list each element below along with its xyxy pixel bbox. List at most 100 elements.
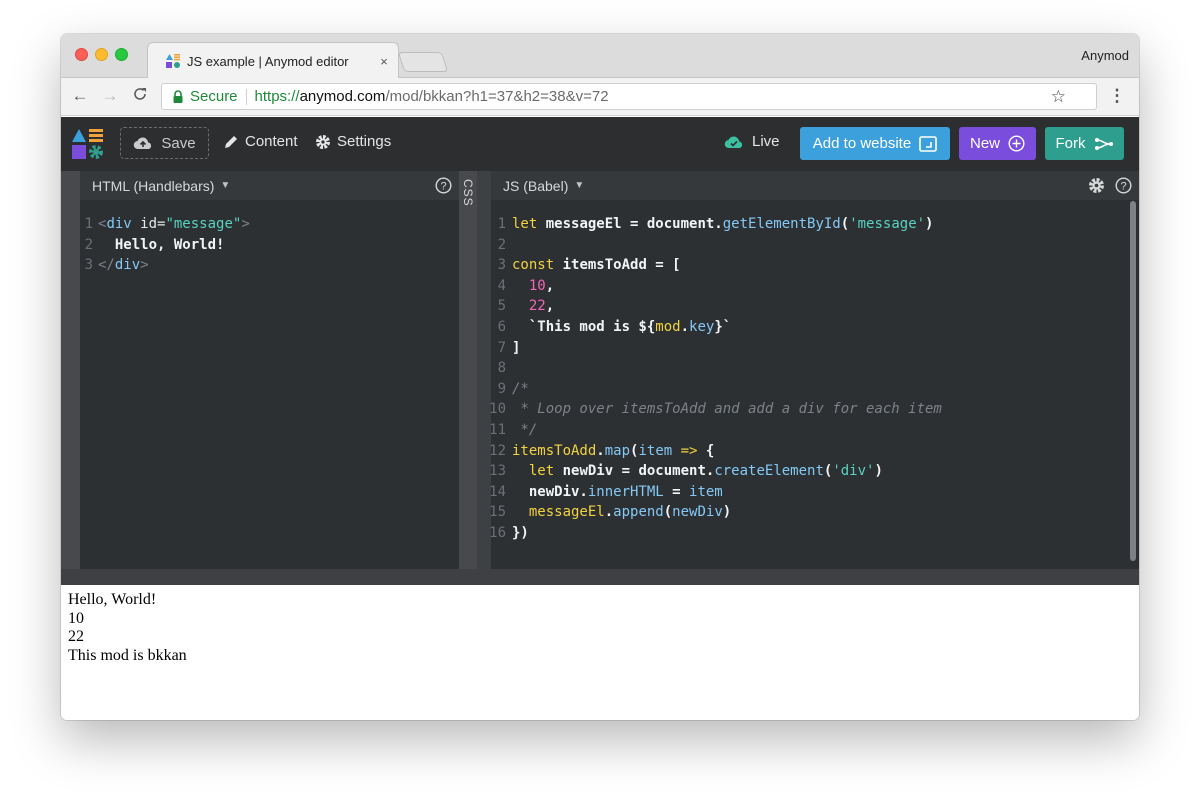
new-button[interactable]: New [959, 127, 1036, 160]
code-token: itemsToAdd [512, 442, 597, 459]
bookmark-star-icon[interactable]: ☆ [1051, 84, 1066, 109]
svg-text:?: ? [1120, 181, 1126, 193]
fork-button[interactable]: Fork [1045, 127, 1124, 160]
preview-divider[interactable] [61, 569, 1139, 585]
line-number: 12 [489, 442, 506, 459]
code-line[interactable]: 3 const itemsToAdd = [ [491, 255, 942, 276]
code-line[interactable]: 1 let messageEl = document.getElementById… [491, 214, 942, 235]
css-tab[interactable]: CSS [459, 171, 477, 569]
code-token: ) [722, 504, 732, 521]
js-editor-pane[interactable]: JS (Babel) ▼ ? 1 let messageEl = document… [489, 171, 1139, 569]
zoom-window-button[interactable] [115, 48, 128, 61]
line-number: 10 [489, 401, 506, 418]
minimize-window-button[interactable] [95, 48, 108, 61]
code-token: createElement [714, 463, 824, 480]
code-token: { [697, 442, 715, 459]
address-separator [245, 88, 247, 105]
line-number: 4 [497, 277, 506, 294]
line-number: 8 [497, 360, 506, 377]
code-token: const [512, 257, 555, 274]
js-code[interactable]: 1 let messageEl = document.getElementById… [489, 214, 942, 544]
browser-window: JS example | Anymod editor × Anymod ← → … [61, 34, 1139, 720]
chevron-down-icon[interactable]: ▼ [574, 180, 584, 191]
profile-name[interactable]: Anymod [1081, 48, 1129, 63]
code-token: getElementById [722, 216, 841, 232]
settings-label: Settings [337, 133, 392, 150]
save-button[interactable]: Save [120, 127, 209, 159]
svg-text:?: ? [440, 181, 446, 193]
js-editor-scrollbar[interactable] [1130, 201, 1136, 561]
code-line[interactable]: 7] [491, 338, 942, 359]
settings-link[interactable]: Settings [315, 133, 391, 150]
back-arrow-icon[interactable]: ← [69, 86, 91, 106]
html-code[interactable]: 1 <div id="message"> 2 Hello, World! 3 </div… [80, 214, 250, 276]
anymod-favicon-icon [166, 54, 180, 68]
code-line[interactable]: 9 /* [491, 379, 942, 400]
browser-tab-content[interactable]: JS example | Anymod editor × [155, 44, 395, 78]
code-token: . [680, 318, 690, 335]
line-number: 3 [84, 257, 93, 274]
code-line[interactable]: 3 </div> [80, 255, 250, 276]
help-icon[interactable]: ? [1115, 177, 1132, 194]
code-token: newDiv. [512, 483, 588, 500]
line-number: 2 [497, 236, 506, 253]
line-number: 1 [497, 216, 506, 232]
preview-line: Hello, World! [68, 591, 157, 608]
code-token: * Loop over itemsToAdd and add a div for… [512, 401, 942, 418]
code-token: }) [512, 524, 529, 541]
close-window-button[interactable] [75, 48, 88, 61]
forward-arrow-icon[interactable]: → [99, 86, 121, 106]
code-line[interactable]: 10 * Loop over itemsToAdd and add a div … [489, 399, 942, 420]
line-number: 14 [489, 483, 506, 500]
help-icon[interactable]: ? [435, 177, 452, 194]
browser-menu-icon[interactable]: ⋮ [1107, 87, 1127, 105]
code-line[interactable]: 2 [491, 235, 942, 256]
tab-close-icon[interactable]: × [373, 54, 395, 69]
lock-icon [173, 89, 183, 103]
code-token: innerHTML [587, 483, 664, 500]
url-host: anymod.com [299, 88, 386, 105]
code-token: item [638, 442, 673, 459]
anymod-logo-icon[interactable] [71, 127, 105, 161]
code-line[interactable]: 4 10, [491, 276, 942, 297]
add-to-website-button[interactable]: Add to website [800, 127, 950, 160]
html-editor-header: HTML (Handlebars) ▼ ? [80, 171, 459, 200]
content-link[interactable]: Content [223, 133, 298, 150]
html-editor-pane[interactable]: HTML (Handlebars) ▼ ? 1 <div id="message"… [80, 171, 459, 569]
secure-label: Secure [190, 88, 238, 105]
code-token: Hello, World! [98, 236, 225, 253]
gear-icon[interactable] [1088, 177, 1105, 194]
code-line[interactable]: 8 [491, 358, 942, 379]
chevron-down-icon[interactable]: ▼ [220, 180, 230, 191]
url-path: /mod/bkkan?h1=37&h2=38&v=72 [385, 88, 609, 105]
code-token: 'div' [832, 463, 875, 480]
code-token: }` [714, 318, 732, 335]
code-line[interactable]: 2 Hello, World! [80, 235, 250, 256]
code-token: ) [925, 216, 934, 232]
code-line[interactable]: 14 newDiv.innerHTML = item [489, 482, 942, 503]
tab-strip: JS example | Anymod editor × Anymod [61, 34, 1139, 78]
code-token: "message" [165, 216, 242, 232]
reload-icon[interactable] [129, 86, 151, 108]
code-line[interactable]: 5 22, [491, 296, 942, 317]
code-line[interactable]: 1 <div id="message"> [80, 214, 250, 235]
code-line[interactable]: 11 */ [489, 420, 942, 441]
address-bar[interactable]: Secure https:// anymod.com /mod/bkkan?h1… [161, 83, 1097, 110]
preview-line: This mod is bkkan [68, 646, 187, 664]
code-line[interactable]: 16}) [489, 523, 942, 544]
browser-toolbar: ← → Secure https:// anymod.com /mod/bkka… [61, 78, 1139, 116]
code-line[interactable]: 15 messageEl.append(newDiv) [489, 502, 942, 523]
js-editor-title[interactable]: JS (Babel) [503, 178, 568, 194]
html-editor-title[interactable]: HTML (Handlebars) [92, 178, 214, 194]
code-token: ( [840, 216, 850, 232]
code-token: messageEl [528, 504, 605, 521]
code-token: 'message' [849, 216, 926, 232]
code-line[interactable]: 6 `This mod is ${mod.key}` [491, 317, 942, 338]
code-line[interactable]: 13 let newDiv = document.createElement('… [489, 461, 942, 482]
code-token: = [663, 483, 690, 500]
code-token: > [140, 257, 149, 274]
new-tab-button[interactable] [397, 52, 449, 72]
live-status[interactable]: Live [724, 133, 780, 150]
code-line[interactable]: 12 itemsToAdd.map(item => { [489, 441, 942, 462]
